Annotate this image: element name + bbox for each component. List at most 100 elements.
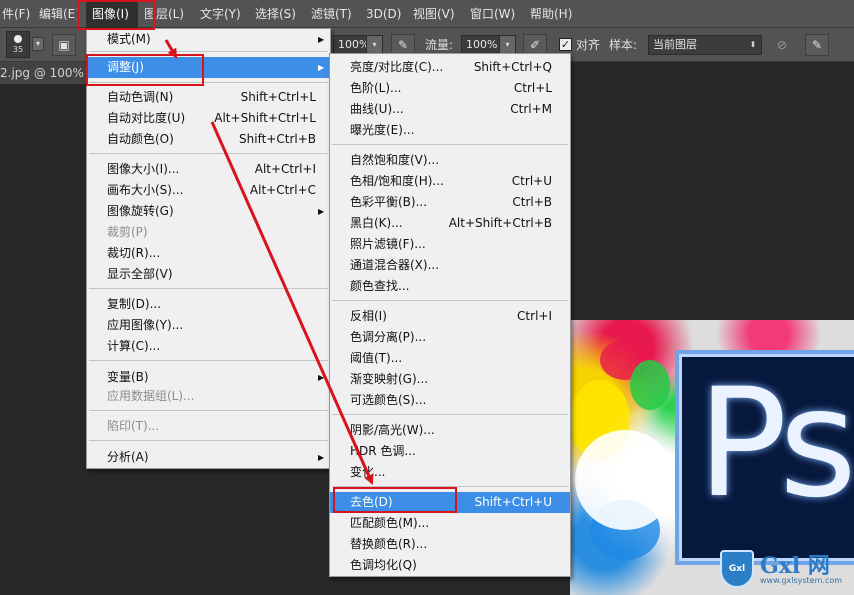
menu-item-label: 阈值(T)... (350, 351, 403, 365)
submenu-arrow-icon: ▶ (318, 207, 325, 216)
menu-item-crop[interactable]: 裁剪(P) (87, 222, 330, 243)
menu-view[interactable]: 视图(V) (413, 0, 463, 28)
brush-size-value: 35 (12, 45, 24, 54)
menu-3d[interactable]: 3D(D) (366, 0, 408, 28)
menu-item-label: 画布大小(S)... (107, 183, 184, 197)
menu-item-replace-color[interactable]: 替换颜色(R)... (330, 534, 570, 555)
ps-logo-box: Ps (675, 350, 854, 565)
menu-item-label: 色彩平衡(B)... (350, 195, 428, 209)
menu-item-analysis[interactable]: 分析(A) ▶ (87, 447, 330, 468)
brush-dropdown-arrow[interactable]: ▾ (32, 37, 44, 51)
document-tab-label: 2.jpg @ 100% (图 (0, 66, 90, 80)
menu-item-apply-data-set[interactable]: 应用数据组(L)... (87, 386, 330, 407)
menu-item-label: 陷印(T)... (107, 419, 160, 433)
menu-item-vibrance[interactable]: 自然饱和度(V)... (330, 150, 570, 171)
image-menu: 模式(M) ▶ 调整(J) ▶ 自动色调(N) Shift+Ctrl+L 自动对… (86, 28, 331, 469)
menu-item-label: 应用数据组(L)... (107, 389, 195, 403)
ignore-adjustment-layers-icon[interactable]: ⊘ (770, 34, 794, 56)
menu-item-auto-tone[interactable]: 自动色调(N) Shift+Ctrl+L (87, 87, 330, 108)
clone-source-panel-icon[interactable]: ▣ (52, 34, 76, 56)
menu-item-label: 亮度/对比度(C)... (350, 60, 444, 74)
menu-item-shortcut: Alt+Shift+Ctrl+B (448, 216, 552, 230)
menu-divider (89, 440, 328, 441)
menu-divider (89, 410, 328, 411)
menu-item-shortcut: Shift+Ctrl+Q (473, 60, 552, 74)
menu-item-calculations[interactable]: 计算(C)... (87, 336, 330, 357)
menu-item-invert[interactable]: 反相(I) Ctrl+I (330, 306, 570, 327)
menu-item-label: 图像旋转(G) (107, 204, 174, 218)
menu-item-selective-color[interactable]: 可选颜色(S)... (330, 390, 570, 411)
menu-item-image-rotation[interactable]: 图像旋转(G) ▶ (87, 201, 330, 222)
menu-divider (89, 288, 328, 289)
menu-item-photo-filter[interactable]: 照片滤镜(F)... (330, 234, 570, 255)
aligned-checkbox[interactable]: ✓ (559, 38, 572, 51)
pressure-size-icon[interactable]: ✎ (805, 34, 829, 56)
menu-item-label: 可选颜色(S)... (350, 393, 427, 407)
menu-item-auto-contrast[interactable]: 自动对比度(U) Alt+Shift+Ctrl+L (87, 108, 330, 129)
flow-field[interactable]: 100% ▾ (461, 35, 516, 55)
menu-item-match-color[interactable]: 匹配颜色(M)... (330, 513, 570, 534)
menu-item-label: 自动对比度(U) (107, 111, 186, 125)
menu-item-duplicate[interactable]: 复制(D)... (87, 294, 330, 315)
menu-item-shadows-highlights[interactable]: 阴影/高光(W)... (330, 420, 570, 441)
menu-item-equalize[interactable]: 色调均化(Q) (330, 555, 570, 576)
menu-item-label: 自动颜色(O) (107, 132, 174, 146)
menu-item-label: 裁剪(P) (107, 225, 148, 239)
menu-help[interactable]: 帮助(H) (530, 0, 580, 28)
menu-select[interactable]: 选择(S) (255, 0, 305, 28)
menu-item-curves[interactable]: 曲线(U)... Ctrl+M (330, 99, 570, 120)
sample-select[interactable]: 当前图层 ⬍ (648, 35, 762, 55)
menu-item-posterize[interactable]: 色调分离(P)... (330, 327, 570, 348)
menu-item-label: 自动色调(N) (107, 90, 174, 104)
menu-edit[interactable]: 编辑(E) (37, 0, 82, 28)
menu-item-reveal-all[interactable]: 显示全部(V) (87, 264, 330, 285)
watermark-shield-icon: Gxl (720, 550, 754, 588)
menu-item-variations[interactable]: 变化... (330, 462, 570, 483)
menu-item-color-balance[interactable]: 色彩平衡(B)... Ctrl+B (330, 192, 570, 213)
menu-item-variables[interactable]: 变量(B) ▶ (87, 367, 330, 388)
menu-item-label: 应用图像(Y)... (107, 318, 184, 332)
menu-item-label: 色调分离(P)... (350, 330, 427, 344)
menu-item-label: 阴影/高光(W)... (350, 423, 435, 437)
menu-item-apply-image[interactable]: 应用图像(Y)... (87, 315, 330, 336)
flow-value: 100% (466, 38, 498, 51)
menu-item-label: 显示全部(V) (107, 267, 173, 281)
menu-item-exposure[interactable]: 曝光度(E)... (330, 120, 570, 141)
aligned-label: 对齐 (576, 38, 601, 52)
menu-item-trim[interactable]: 裁切(R)... (87, 243, 330, 264)
menu-item-hdr-toning[interactable]: HDR 色调... (330, 441, 570, 462)
flow-dropdown-icon[interactable]: ▾ (499, 36, 515, 54)
menu-item-shortcut: Ctrl+M (510, 102, 552, 116)
menu-item-label: 变量(B) (107, 370, 149, 384)
document-tab[interactable]: 2.jpg @ 100% (图 (0, 62, 90, 84)
menu-item-label: HDR 色调... (350, 444, 416, 458)
menu-item-gradient-map[interactable]: 渐变映射(G)... (330, 369, 570, 390)
menu-item-levels[interactable]: 色阶(L)... Ctrl+L (330, 78, 570, 99)
menu-item-threshold[interactable]: 阈值(T)... (330, 348, 570, 369)
menu-item-shortcut: Ctrl+I (517, 309, 552, 323)
menu-item-label: 计算(C)... (107, 339, 161, 353)
menu-item-color-lookup[interactable]: 颜色查找... (330, 276, 570, 297)
flow-label: 流量: (425, 38, 454, 52)
menu-divider (332, 144, 568, 145)
menu-item-black-white[interactable]: 黑白(K)... Alt+Shift+Ctrl+B (330, 213, 570, 234)
menu-item-auto-color[interactable]: 自动颜色(O) Shift+Ctrl+B (87, 129, 330, 150)
menu-item-image-size[interactable]: 图像大小(I)... Alt+Ctrl+I (87, 159, 330, 180)
menu-item-trap[interactable]: 陷印(T)... (87, 416, 330, 437)
menu-item-label: 色相/饱和度(H)... (350, 174, 444, 188)
menu-window[interactable]: 窗口(W) (470, 0, 525, 28)
menu-type[interactable]: 文字(Y) (200, 0, 250, 28)
opacity-field[interactable]: 100% ▾ (333, 35, 383, 55)
menu-item-brightness-contrast[interactable]: 亮度/对比度(C)... Shift+Ctrl+Q (330, 57, 570, 78)
opacity-value: 100% (338, 38, 370, 51)
menu-divider (89, 51, 328, 52)
menu-item-mode[interactable]: 模式(M) ▶ (87, 29, 330, 50)
menu-item-canvas-size[interactable]: 画布大小(S)... Alt+Ctrl+C (87, 180, 330, 201)
brush-preset-picker[interactable]: 35 (6, 31, 30, 58)
menu-file[interactable]: 件(F) (0, 0, 34, 28)
menu-item-hue-saturation[interactable]: 色相/饱和度(H)... Ctrl+U (330, 171, 570, 192)
menu-item-channel-mixer[interactable]: 通道混合器(X)... (330, 255, 570, 276)
opacity-dropdown-icon[interactable]: ▾ (366, 36, 382, 54)
menu-filter[interactable]: 滤镜(T) (311, 0, 361, 28)
sample-label: 样本: (609, 38, 638, 52)
